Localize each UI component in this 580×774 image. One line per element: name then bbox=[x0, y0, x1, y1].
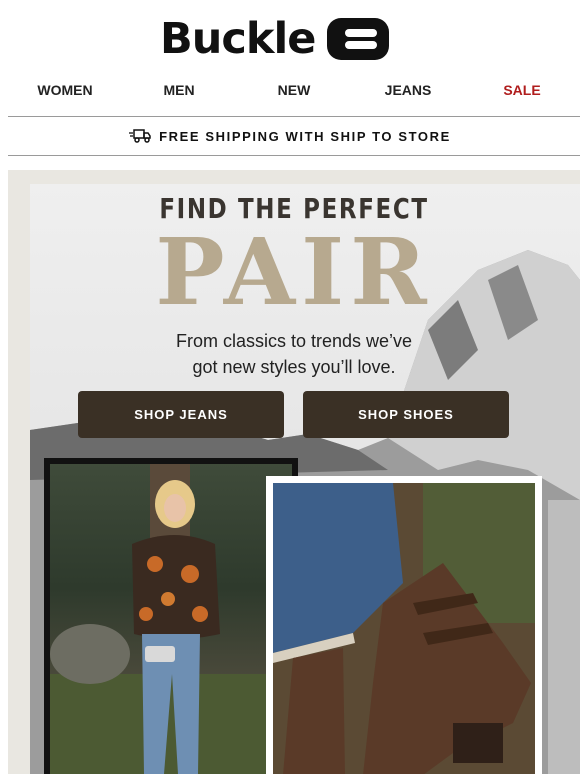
hero-subtitle-line1: From classics to trends we’ve bbox=[175, 331, 413, 351]
boots-photo[interactable] bbox=[266, 476, 542, 774]
nav-item-sale[interactable]: SALE bbox=[503, 82, 540, 98]
nav-item-men[interactable]: MEN bbox=[163, 82, 194, 98]
hero-section: FIND THE PERFECT PAIR From classics to t… bbox=[8, 170, 580, 774]
jeans-photo[interactable] bbox=[44, 458, 298, 774]
shipping-banner[interactable]: FREE SHIPPING WITH SHIP TO STORE bbox=[0, 118, 580, 154]
nav-item-jeans[interactable]: JEANS bbox=[385, 82, 432, 98]
shipping-text: FREE SHIPPING WITH SHIP TO STORE bbox=[159, 128, 451, 144]
hero-title-line2: PAIR bbox=[155, 218, 433, 326]
nav-item-new[interactable]: NEW bbox=[278, 82, 311, 98]
divider bbox=[8, 155, 580, 156]
shop-shoes-button[interactable]: SHOP SHOES bbox=[303, 391, 509, 438]
buckle-logo[interactable]: Buckle bbox=[160, 14, 390, 64]
main-nav: WOMEN MEN NEW JEANS SALE bbox=[0, 76, 580, 106]
header: Buckle bbox=[0, 0, 580, 70]
truck-icon bbox=[129, 129, 151, 143]
nav-item-women[interactable]: WOMEN bbox=[37, 82, 92, 98]
shop-jeans-button[interactable]: SHOP JEANS bbox=[78, 391, 284, 438]
logo-wordmark: Buckle bbox=[160, 14, 316, 64]
model-illustration bbox=[50, 464, 292, 774]
boots-illustration bbox=[273, 483, 535, 774]
hero-subtitle: From classics to trends we’ve got new st… bbox=[8, 328, 580, 380]
divider bbox=[8, 116, 580, 117]
logo-b-icon bbox=[327, 18, 390, 60]
hero-subtitle-line2: got new styles you’ll love. bbox=[192, 357, 396, 377]
